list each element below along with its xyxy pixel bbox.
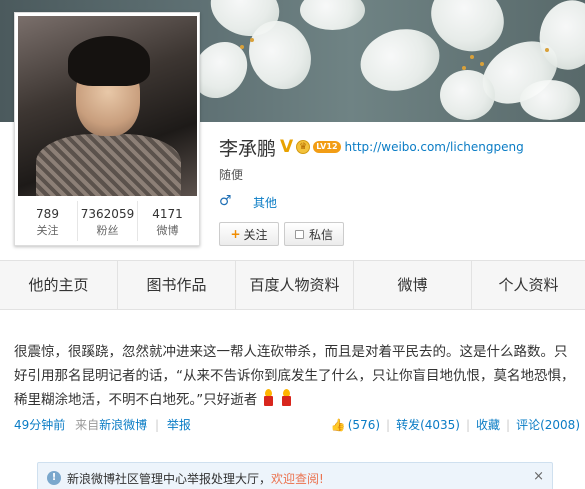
info-icon: ! [47, 471, 61, 485]
stat-followers-count: 7362059 [80, 207, 135, 221]
stat-following-count: 789 [36, 207, 59, 221]
avatar[interactable] [18, 16, 197, 196]
tab-personal-info[interactable]: 个人资料 [472, 261, 585, 309]
category-link[interactable]: 其他 [253, 194, 277, 211]
message-button-label: 私信 [308, 227, 333, 242]
comment-link[interactable]: 评论(2008) [516, 416, 580, 433]
tab-baidu-profile[interactable]: 百度人物资料 [236, 261, 354, 309]
avatar-card: 789 关注 7362059 粉丝 4171 微博 [14, 12, 200, 246]
message-icon [294, 229, 304, 239]
post-meta: 49分钟前 来自新浪微博 | 举报 👍 (576) | 转发(4035) | 收藏… [14, 416, 580, 433]
notice-link[interactable]: 欢迎查阅! [271, 472, 324, 486]
post-source-link[interactable]: 新浪微博 [99, 418, 147, 432]
like-count: (576) [347, 417, 381, 432]
profile-tabs: 他的主页 图书作品 百度人物资料 微博 个人资料 [0, 260, 585, 310]
crown-icon[interactable]: ♛ [296, 140, 311, 154]
report-link[interactable]: 举报 [167, 418, 191, 432]
follow-button-label: 关注 [243, 227, 268, 242]
level-badge[interactable]: LV12 [313, 141, 341, 153]
plus-icon: + [230, 227, 241, 241]
post-text: 很震惊，很蹊跷，忽然就冲进来这一帮人连砍带杀，而且是对着平民去的。这是什么路数。… [14, 344, 575, 408]
profile-stats: 789 关注 7362059 粉丝 4171 微博 [18, 201, 197, 241]
post-content: 很震惊，很蹊跷，忽然就冲进来这一帮人连砍带杀，而且是对着平民去的。这是什么路数。… [14, 340, 580, 412]
profile-name: 李承鹏 [219, 137, 277, 160]
message-button[interactable]: 私信 [284, 222, 344, 246]
stat-posts[interactable]: 4171 微博 [138, 201, 197, 241]
profile-name-row: 李承鹏 V ♛ LV12 http://weibo.com/lichengpen… [219, 134, 524, 160]
stat-following[interactable]: 789 关注 [18, 201, 78, 241]
stat-followers-label: 粉丝 [96, 224, 119, 237]
candle-icon [280, 389, 293, 406]
like-button[interactable]: 👍 (576) [331, 418, 380, 432]
stat-posts-label: 微博 [156, 224, 179, 237]
repost-link[interactable]: 转发(4035) [396, 416, 460, 433]
tab-books[interactable]: 图书作品 [118, 261, 236, 309]
profile-url-link[interactable]: http://weibo.com/lichengpeng [345, 140, 524, 154]
verified-icon[interactable]: V [280, 137, 293, 157]
post-source-prefix: 来自 [75, 418, 100, 432]
follow-button[interactable]: + 关注 [219, 222, 279, 246]
male-icon: ♂ [219, 193, 232, 209]
notice-bar: ! 新浪微博社区管理中心举报处理大厅，欢迎查阅! × [37, 462, 553, 489]
stat-following-label: 关注 [36, 224, 59, 237]
notice-text: 新浪微博社区管理中心举报处理大厅， [67, 472, 272, 486]
close-icon[interactable]: × [533, 469, 544, 484]
favorite-link[interactable]: 收藏 [476, 416, 500, 433]
stat-followers[interactable]: 7362059 粉丝 [78, 201, 138, 241]
thumbs-up-icon: 👍 [330, 417, 346, 432]
tab-home[interactable]: 他的主页 [0, 261, 118, 309]
profile-intro: 随便 [219, 168, 244, 182]
stat-posts-count: 4171 [152, 207, 183, 221]
candle-icon [262, 389, 275, 406]
post-time-link[interactable]: 49分钟前 [14, 418, 65, 432]
tab-weibo[interactable]: 微博 [354, 261, 472, 309]
